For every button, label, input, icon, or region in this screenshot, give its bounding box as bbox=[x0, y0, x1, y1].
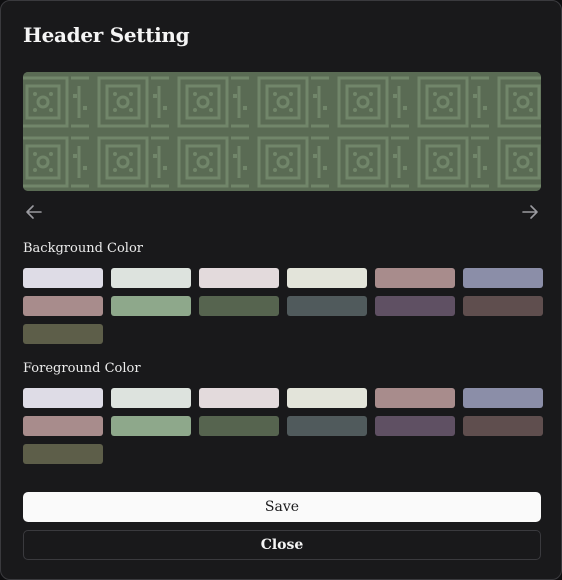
background-color-swatch[interactable] bbox=[463, 268, 543, 288]
foreground-color-swatches bbox=[23, 388, 553, 464]
header-setting-dialog: Header Setting Background Color Foregrou… bbox=[0, 0, 562, 580]
foreground-color-swatch[interactable] bbox=[199, 416, 279, 436]
foreground-color-swatch[interactable] bbox=[111, 416, 191, 436]
background-color-swatch[interactable] bbox=[375, 296, 455, 316]
save-button[interactable]: Save bbox=[23, 492, 541, 522]
background-color-swatch[interactable] bbox=[111, 296, 191, 316]
dialog-title: Header Setting bbox=[23, 23, 190, 47]
background-color-swatch[interactable] bbox=[23, 324, 103, 344]
background-color-label: Background Color bbox=[23, 241, 143, 256]
foreground-color-swatch[interactable] bbox=[111, 388, 191, 408]
next-pattern-button[interactable] bbox=[519, 201, 541, 223]
background-color-swatch[interactable] bbox=[111, 268, 191, 288]
background-color-swatches bbox=[23, 268, 553, 344]
arrow-left-icon bbox=[26, 205, 42, 219]
foreground-color-swatch[interactable] bbox=[463, 416, 543, 436]
foreground-color-swatch[interactable] bbox=[23, 444, 103, 464]
foreground-color-swatch[interactable] bbox=[287, 388, 367, 408]
foreground-color-swatch[interactable] bbox=[375, 388, 455, 408]
foreground-color-label: Foreground Color bbox=[23, 361, 141, 376]
background-color-swatch[interactable] bbox=[23, 296, 103, 316]
background-color-swatch[interactable] bbox=[463, 296, 543, 316]
foreground-color-swatch[interactable] bbox=[375, 416, 455, 436]
foreground-color-swatch[interactable] bbox=[199, 388, 279, 408]
previous-pattern-button[interactable] bbox=[23, 201, 45, 223]
background-color-swatch[interactable] bbox=[287, 296, 367, 316]
background-color-swatch[interactable] bbox=[287, 268, 367, 288]
background-color-swatch[interactable] bbox=[23, 268, 103, 288]
header-pattern-preview bbox=[23, 72, 541, 191]
background-color-swatch[interactable] bbox=[199, 296, 279, 316]
background-color-swatch[interactable] bbox=[199, 268, 279, 288]
foreground-color-swatch[interactable] bbox=[23, 416, 103, 436]
foreground-color-swatch[interactable] bbox=[463, 388, 543, 408]
background-color-swatch[interactable] bbox=[375, 268, 455, 288]
arrow-right-icon bbox=[522, 205, 538, 219]
foreground-color-swatch[interactable] bbox=[287, 416, 367, 436]
close-button[interactable]: Close bbox=[23, 530, 541, 560]
foreground-color-swatch[interactable] bbox=[23, 388, 103, 408]
